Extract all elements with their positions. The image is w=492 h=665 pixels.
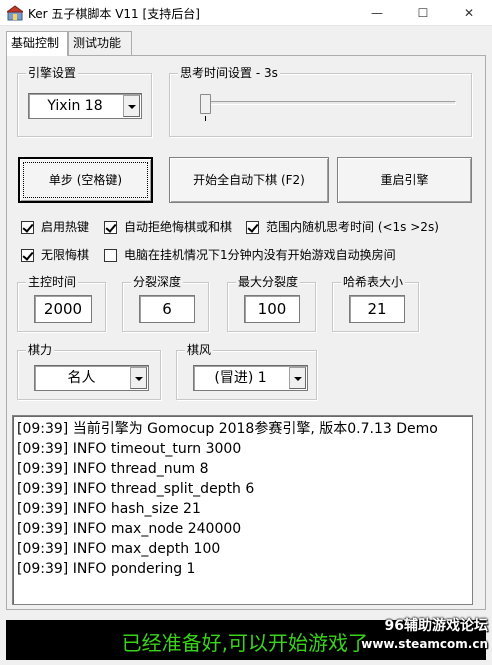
tab-basic-control[interactable]: 基础控制 [6,31,68,56]
engine-group: 引擎设置 Yixin 18 [17,66,152,137]
chevron-down-icon[interactable] [289,367,306,389]
max-split-group: 最大分裂度 100 [227,275,316,332]
think-time-slider-thumb[interactable] [200,94,211,114]
style-group: 棋风 (冒进) 1 [176,343,317,400]
watermark-line-1: 96辅助游戏论坛 [384,618,488,634]
split-depth-group: 分裂深度 6 [122,275,209,332]
checkbox-checked-icon[interactable] [21,249,34,262]
checkbox-checked-icon[interactable] [246,221,259,234]
engine-select-value: Yixin 18 [47,98,103,114]
log-line: [09:39] INFO max_node 240000 [17,521,242,537]
chevron-down-icon[interactable] [130,367,147,389]
engine-group-title: 引擎设置 [26,66,79,80]
style-select-value: (冒进) 1 [214,370,267,386]
think-time-group: 思考时间设置 - 3s [169,66,472,137]
checkbox-label: 无限悔棋 [41,248,90,262]
window-title: Ker 五子棋脚本 V11 [支持后台] [28,7,200,21]
skill-group: 棋力 名人 [17,343,161,400]
think-time-group-title: 思考时间设置 - 3s [178,66,280,80]
checkbox-unchecked-icon[interactable] [104,249,117,262]
restart-engine-button[interactable]: 重启引擎 [337,157,472,203]
tab-test-functions[interactable]: 测试功能 [68,31,132,55]
checkbox-checked-icon[interactable] [21,221,34,234]
checkbox-label: 自动拒绝悔棋或和棋 [124,220,233,234]
style-select[interactable]: (冒进) 1 [193,365,308,391]
log-line: [09:39] INFO thread_num 8 [17,461,209,477]
watermark-line-2: www.steamcom.cn [361,637,488,651]
skill-group-title: 棋力 [26,343,55,357]
checkbox-label: 范围内随机思考时间 (<1s >2s) [266,220,439,234]
log-line: [09:39] INFO max_depth 100 [17,541,221,557]
checkbox-checked-icon[interactable] [104,221,117,234]
hash-size-label: 哈希表大小 [341,275,406,289]
log-line: [09:39] INFO pondering 1 [17,561,196,577]
max-split-label: 最大分裂度 [236,275,301,289]
chevron-down-icon[interactable] [123,95,140,117]
style-group-title: 棋风 [185,343,214,357]
status-text: 已经准备好,可以开始游戏了 [121,631,368,655]
engine-select[interactable]: Yixin 18 [28,93,142,119]
log-line: [09:39] 当前引擎为 Gomocup 2018参赛引擎, 版本0.7.13… [17,421,438,437]
title-bar: Ker 五子棋脚本 V11 [支持后台] — ☐ ✕ [0,0,492,26]
start-auto-button[interactable]: 开始全自动下棋 (F2) [169,157,329,203]
log-line: [09:39] INFO thread_split_depth 6 [17,481,255,497]
main-time-group: 主控时间 2000 [17,275,106,332]
think-time-slider-track[interactable] [200,101,456,105]
close-button[interactable]: ✕ [446,0,492,26]
log-line: [09:39] INFO timeout_turn 3000 [17,441,242,457]
minimize-button[interactable]: — [354,0,400,26]
checkbox-label: 电脑在挂机情况下1分钟内没有开始游戏自动换房间 [124,248,396,262]
max-split-input[interactable]: 100 [244,295,300,323]
skill-select[interactable]: 名人 [34,365,149,391]
split-depth-input[interactable]: 6 [139,295,195,323]
log-line: [09:39] INFO hash_size 21 [17,501,201,517]
step-button[interactable]: 单步 (空格键) [18,157,153,203]
skill-select-value: 名人 [67,370,96,386]
maximize-button[interactable]: ☐ [400,0,446,26]
watermark: 96辅助游戏论坛 www.steamcom.cn [361,617,488,653]
main-time-label: 主控时间 [26,275,79,289]
hash-size-group: 哈希表大小 21 [332,275,419,332]
slider-tick [205,116,206,121]
hash-size-input[interactable]: 21 [349,295,405,323]
checkbox-label: 启用热键 [41,220,90,234]
app-icon [7,5,23,21]
slider-ticks [205,116,455,122]
main-time-input[interactable]: 2000 [34,295,92,323]
split-depth-label: 分裂深度 [131,275,184,289]
log-panel[interactable]: [09:39] 当前引擎为 Gomocup 2018参赛引擎, 版本0.7.13… [12,415,473,605]
